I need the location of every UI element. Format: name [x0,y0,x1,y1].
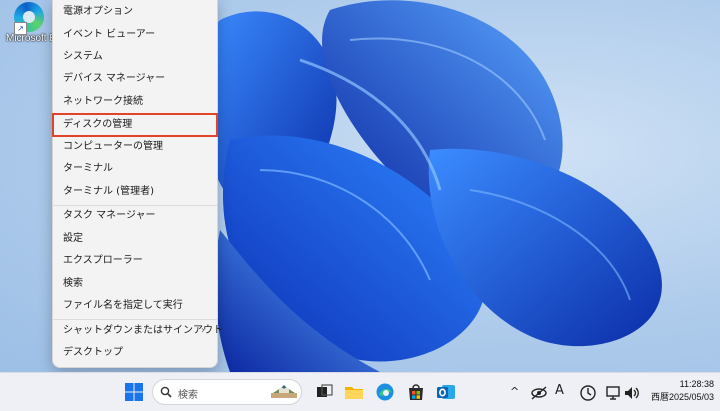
volume-icon[interactable] [622,383,642,403]
menu-item-device-manager[interactable]: デバイス マネージャー [57,68,213,90]
menu-item-computer-management[interactable]: コンピューターの管理 [57,136,213,158]
clock-date: 西暦2025/05/03 [650,392,714,402]
taskbar-search-box[interactable]: 検索 [152,379,302,405]
menu-item-task-manager[interactable]: タスク マネージャー [57,205,213,227]
ime-options-icon[interactable] [578,383,598,403]
clock-time: 11:28:38 [679,379,714,389]
task-view-icon[interactable] [314,382,334,402]
menu-item-disk-management[interactable]: ディスクの管理 [52,113,218,137]
microsoft-store-icon[interactable] [406,382,426,402]
menu-item-terminal[interactable]: ターミナル [57,158,213,180]
menu-item-terminal-admin[interactable]: ターミナル (管理者) [57,181,213,203]
taskbar-clock[interactable]: 11:28:38 西暦2025/05/03 [651,378,714,404]
menu-item-event-viewer[interactable]: イベント ビューアー [57,24,213,46]
quick-link-menu: 電源オプション イベント ビューアー システム デバイス マネージャー ネットワ… [52,0,223,368]
tray-overflow-chevron-icon[interactable]: ^ [510,385,519,398]
file-explorer-icon[interactable] [344,382,364,402]
menu-item-run[interactable]: ファイル名を指定して実行 [57,295,213,317]
display-icon[interactable] [604,383,624,403]
menu-item-explorer[interactable]: エクスプローラー [57,250,213,272]
ime-mode-indicator[interactable]: A [555,383,564,398]
menu-item-desktop[interactable]: デスクトップ [57,342,213,364]
menu-item-network-connections[interactable]: ネットワーク接続 [57,91,213,113]
search-icon [160,386,172,398]
search-highlight-icon [271,385,297,398]
start-button-icon[interactable] [124,382,144,402]
desktop-shortcut-label: Microsoft Edge [6,33,73,44]
menu-item-shutdown-signout[interactable]: シャットダウンまたはサインアウト › [57,320,223,342]
chevron-right-icon: › [201,325,205,336]
network-offline-icon[interactable] [529,383,549,403]
edge-browser-icon[interactable] [375,382,395,402]
menu-item-shutdown-label: シャットダウンまたはサインアウト [63,325,223,336]
search-placeholder: 検索 [178,390,198,401]
menu-item-system[interactable]: システム [57,46,213,68]
outlook-icon[interactable] [436,382,456,402]
menu-item-search[interactable]: 検索 [57,273,213,295]
taskbar: 検索 ^ A 11:28:38 西暦2025/05/03 [0,372,720,411]
menu-item-settings[interactable]: 設定 [57,228,213,250]
menu-item-power-options[interactable]: 電源オプション [57,1,213,23]
shortcut-arrow-icon: ↗ [14,22,27,35]
desktop-shortcut-edge[interactable]: ↗ Microsoft Edge [6,2,73,44]
